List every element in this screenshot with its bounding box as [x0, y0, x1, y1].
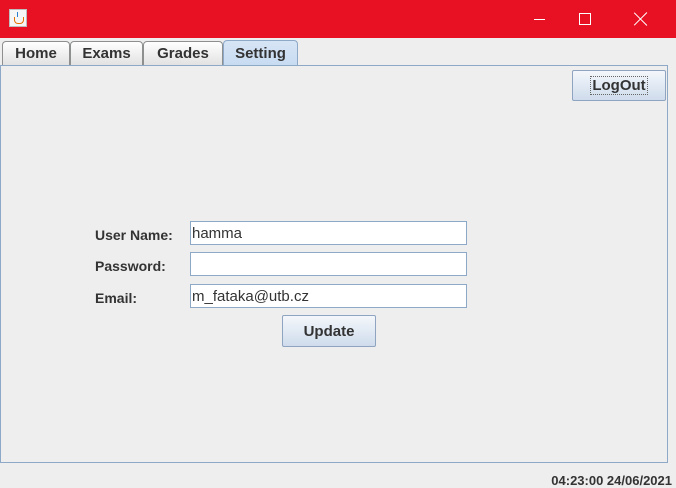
tab-setting[interactable]: Setting	[223, 40, 298, 66]
update-button[interactable]: Update	[282, 315, 376, 347]
maximize-button[interactable]	[562, 0, 608, 38]
minimize-button[interactable]	[516, 0, 562, 38]
username-label: User Name:	[95, 227, 173, 243]
logout-button[interactable]: LogOut	[572, 70, 666, 101]
minimize-icon	[533, 18, 545, 20]
tab-grades[interactable]: Grades	[143, 41, 223, 65]
email-field[interactable]	[190, 284, 467, 308]
password-field[interactable]	[190, 252, 467, 276]
close-button[interactable]	[618, 0, 664, 38]
status-datetime: 04:23:00 24/06/2021	[551, 473, 672, 488]
password-label: Password:	[95, 258, 166, 274]
logout-label: LogOut	[590, 76, 648, 95]
title-bar	[0, 0, 676, 38]
tab-home[interactable]: Home	[2, 41, 70, 65]
tab-exams[interactable]: Exams	[70, 41, 143, 65]
maximize-icon	[579, 13, 591, 25]
java-cup-icon[interactable]	[9, 9, 27, 27]
username-field[interactable]	[190, 221, 467, 245]
close-icon	[634, 12, 648, 26]
email-label: Email:	[95, 290, 138, 306]
